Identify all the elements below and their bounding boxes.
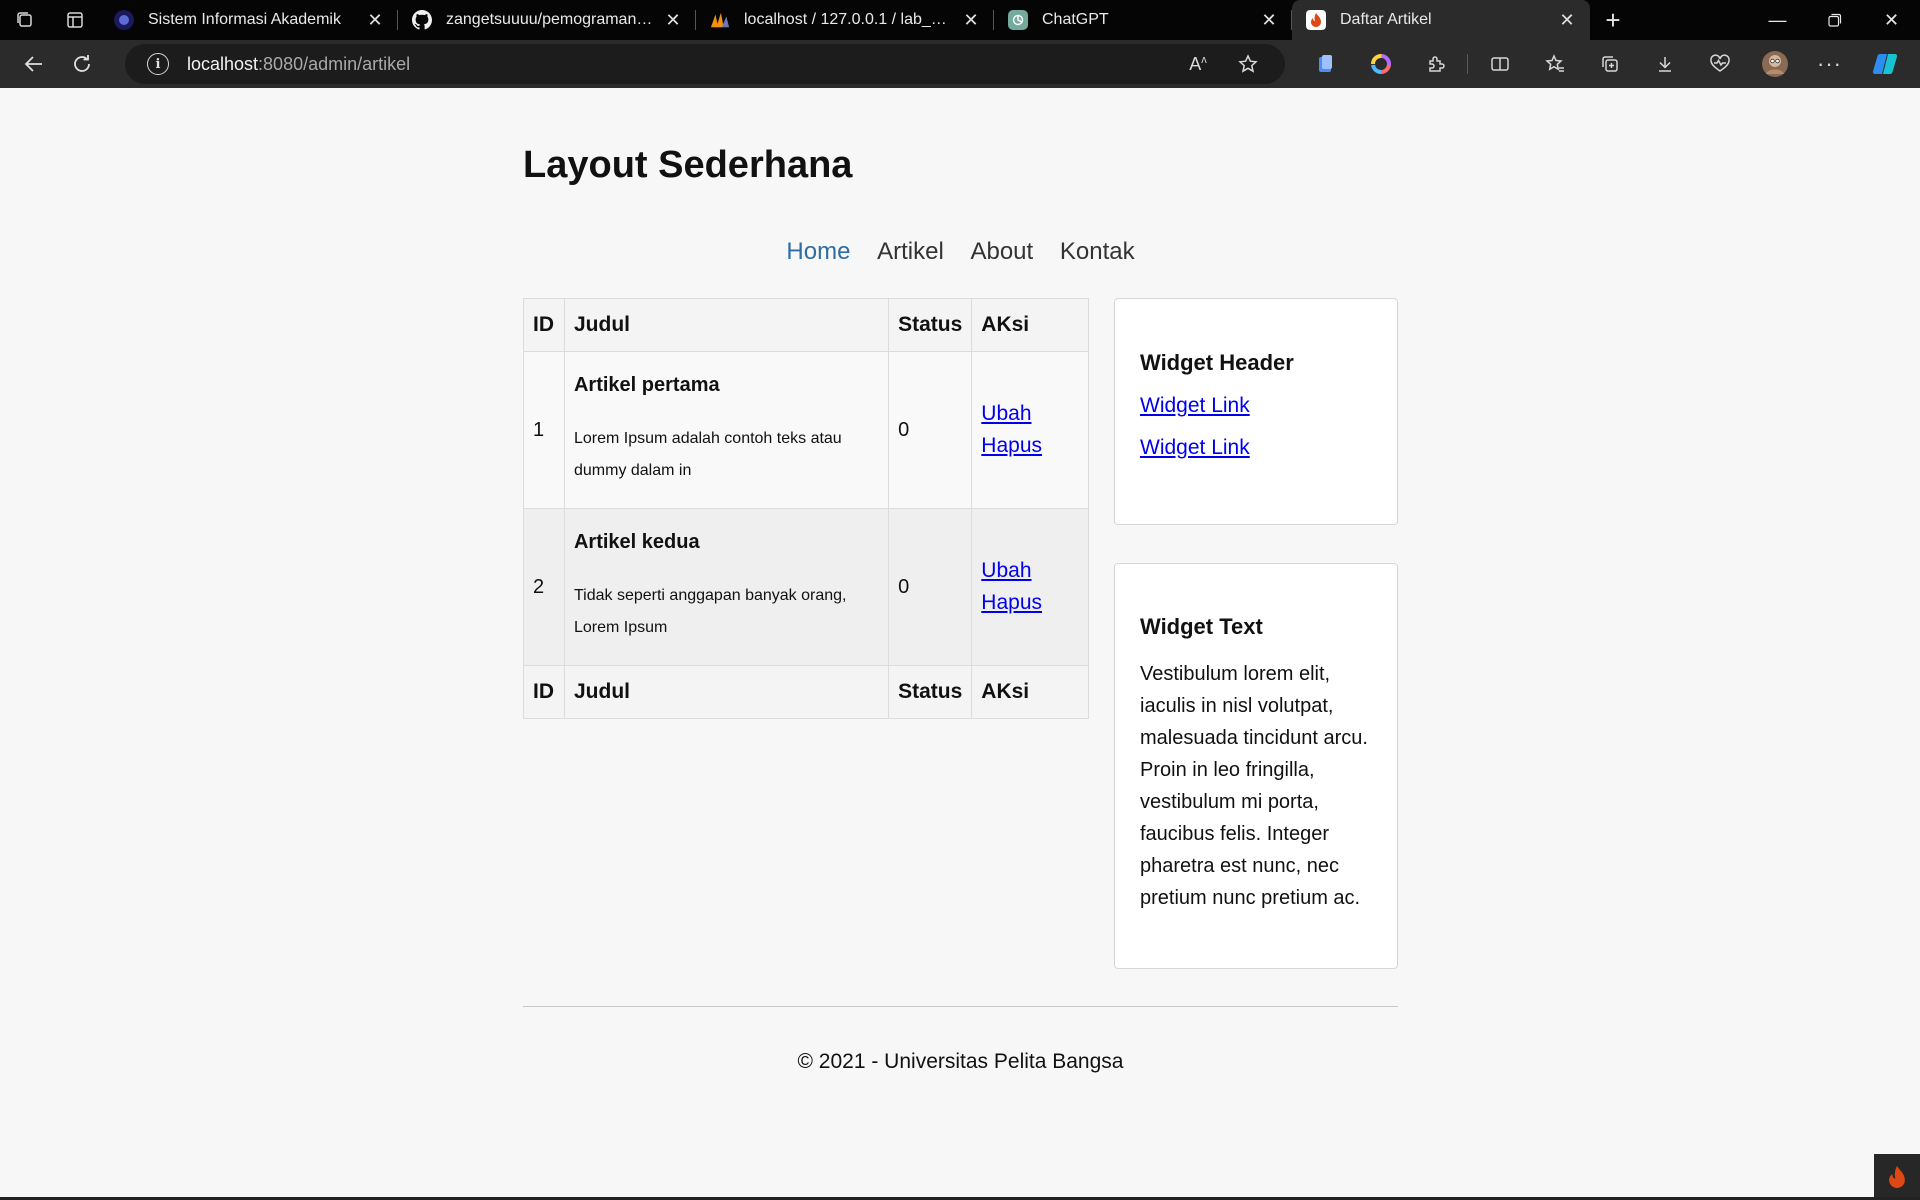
- nav-home[interactable]: Home: [786, 238, 850, 265]
- url-path: :8080/admin/artikel: [258, 53, 411, 74]
- cell-id: 2: [523, 508, 565, 666]
- tab-title: localhost / 127.0.0.1 / lab_ci4 | ph: [744, 11, 952, 28]
- cell-id: 1: [523, 351, 565, 509]
- profile-avatar[interactable]: [1747, 40, 1802, 88]
- cell-status: 0: [888, 508, 973, 666]
- widget-text-box: Widget Text Vestibulum lorem elit, iacul…: [1114, 563, 1398, 969]
- back-arrow-icon[interactable]: [10, 40, 58, 88]
- favorite-star-icon[interactable]: [1223, 54, 1273, 75]
- widget-text-body: Vestibulum lorem elit, iaculis in nisl v…: [1140, 663, 1368, 909]
- delete-link[interactable]: Hapus: [981, 430, 1079, 462]
- github-icon: [412, 10, 432, 30]
- footer-header-judul: Judul: [563, 665, 890, 719]
- tab-actions-icon[interactable]: [50, 0, 100, 40]
- extensions-puzzle-icon[interactable]: [1408, 40, 1463, 88]
- close-icon[interactable]: ✕: [1258, 9, 1280, 31]
- column-header-id: ID: [523, 298, 565, 352]
- address-bar[interactable]: i localhost:8080/admin/artikel Aʌ: [125, 44, 1285, 84]
- codeigniter-debug-toolbar-icon[interactable]: [1874, 1154, 1920, 1200]
- article-table: ID Judul Status AKsi 1 Artikel pertama L…: [523, 298, 1089, 719]
- favorites-list-icon[interactable]: [1527, 40, 1582, 88]
- restore-icon[interactable]: [1806, 0, 1863, 40]
- nav-kontak[interactable]: Kontak: [1060, 238, 1135, 265]
- browser-toolbar: i localhost:8080/admin/artikel Aʌ ···: [0, 40, 1920, 88]
- close-icon[interactable]: ✕: [364, 9, 386, 31]
- edit-link[interactable]: Ubah: [981, 555, 1079, 587]
- split-screen-icon[interactable]: [1472, 40, 1527, 88]
- url-host: localhost: [187, 53, 259, 74]
- minimize-icon[interactable]: —: [1749, 0, 1806, 40]
- more-options-icon[interactable]: ···: [1802, 40, 1857, 88]
- table-row: 1 Artikel pertama Lorem Ipsum adalah con…: [523, 351, 1089, 509]
- article-excerpt: Tidak seperti anggapan banyak orang, Lor…: [573, 586, 847, 636]
- edit-link[interactable]: Ubah: [981, 398, 1079, 430]
- browser-essentials-icon[interactable]: [1692, 40, 1747, 88]
- widget-header-box: Widget Header Widget Link Widget Link: [1114, 298, 1398, 525]
- nav-about[interactable]: About: [970, 238, 1033, 265]
- tab-title: Daftar Artikel: [1340, 11, 1432, 28]
- tab-phpmyadmin[interactable]: localhost / 127.0.0.1 / lab_ci4 | ph ✕: [696, 0, 994, 40]
- widget-text-title: Widget Text: [1140, 614, 1263, 639]
- refresh-icon[interactable]: [58, 40, 106, 88]
- tab-title: zangetsuuuu/pemograman-web: [446, 11, 654, 28]
- table-header-row: ID Judul Status AKsi: [523, 298, 1089, 352]
- site-info-icon[interactable]: i: [147, 53, 169, 75]
- tab-sistem-informasi[interactable]: Sistem Informasi Akademik ✕: [100, 0, 398, 40]
- article-title: Artikel kedua: [573, 530, 700, 553]
- table-row: 2 Artikel kedua Tidak seperti anggapan b…: [523, 508, 1089, 666]
- tab-daftar-artikel[interactable]: Daftar Artikel ✕: [1292, 0, 1590, 40]
- toolbar-divider: [1467, 54, 1468, 74]
- delete-link[interactable]: Hapus: [981, 587, 1079, 619]
- cell-judul: Artikel pertama Lorem Ipsum adalah conto…: [563, 351, 890, 509]
- cell-judul: Artikel kedua Tidak seperti anggapan ban…: [563, 508, 890, 666]
- collections-icon[interactable]: [1582, 40, 1637, 88]
- article-title: Artikel pertama: [573, 373, 720, 396]
- new-tab-button[interactable]: +: [1590, 0, 1636, 40]
- close-icon[interactable]: ✕: [960, 9, 982, 31]
- tab-chatgpt[interactable]: ChatGPT ✕: [994, 0, 1292, 40]
- tab-title: ChatGPT: [1042, 11, 1109, 28]
- phpmyadmin-icon: [710, 10, 730, 30]
- widget-header-title: Widget Header: [1140, 350, 1294, 375]
- extension-file-icon[interactable]: [1298, 40, 1353, 88]
- page-title: Layout Sederhana: [523, 144, 853, 186]
- close-window-icon[interactable]: ✕: [1863, 0, 1920, 40]
- web-page: Layout Sederhana Home Artikel About Kont…: [0, 88, 1920, 1200]
- window-controls: — ✕: [1749, 0, 1920, 40]
- nav-artikel[interactable]: Artikel: [877, 238, 944, 265]
- university-logo-icon: [114, 10, 134, 30]
- toolbar-extensions: ···: [1298, 40, 1912, 88]
- url-text[interactable]: localhost:8080/admin/artikel: [187, 54, 410, 75]
- chatgpt-icon: [1008, 10, 1028, 30]
- article-excerpt: Lorem Ipsum adalah contoh teks atau dumm…: [573, 429, 842, 479]
- cell-aksi: Ubah Hapus: [971, 508, 1089, 666]
- column-header-judul: Judul: [563, 298, 890, 352]
- table-footer-row: ID Judul Status AKsi: [523, 665, 1089, 719]
- column-header-aksi: AKsi: [971, 298, 1089, 352]
- extension-color-ring-icon[interactable]: [1353, 40, 1408, 88]
- column-header-status: Status: [888, 298, 973, 352]
- footer-header-status: Status: [888, 665, 973, 719]
- widget-link[interactable]: Widget Link: [1140, 436, 1372, 460]
- footer-header-aksi: AKsi: [971, 665, 1089, 719]
- cell-aksi: Ubah Hapus: [971, 351, 1089, 509]
- read-aloud-icon[interactable]: Aʌ: [1173, 54, 1223, 75]
- widget-link[interactable]: Widget Link: [1140, 394, 1372, 418]
- codeigniter-icon: [1306, 10, 1326, 30]
- close-icon[interactable]: ✕: [1556, 9, 1578, 31]
- footer-text: © 2021 - Universitas Pelita Bangsa: [797, 1050, 1124, 1073]
- footer-header-id: ID: [523, 665, 565, 719]
- main-nav: Home Artikel About Kontak: [523, 238, 1398, 266]
- close-icon[interactable]: ✕: [662, 9, 684, 31]
- copilot-icon[interactable]: [1857, 40, 1912, 88]
- tab-github[interactable]: zangetsuuuu/pemograman-web ✕: [398, 0, 696, 40]
- browser-tab-bar: Sistem Informasi Akademik ✕ zangetsuuuu/…: [0, 0, 1920, 40]
- footer-divider: [523, 1006, 1398, 1007]
- download-icon[interactable]: [1637, 40, 1692, 88]
- workspaces-icon[interactable]: [0, 0, 50, 40]
- tab-title: Sistem Informasi Akademik: [148, 11, 341, 28]
- cell-status: 0: [888, 351, 973, 509]
